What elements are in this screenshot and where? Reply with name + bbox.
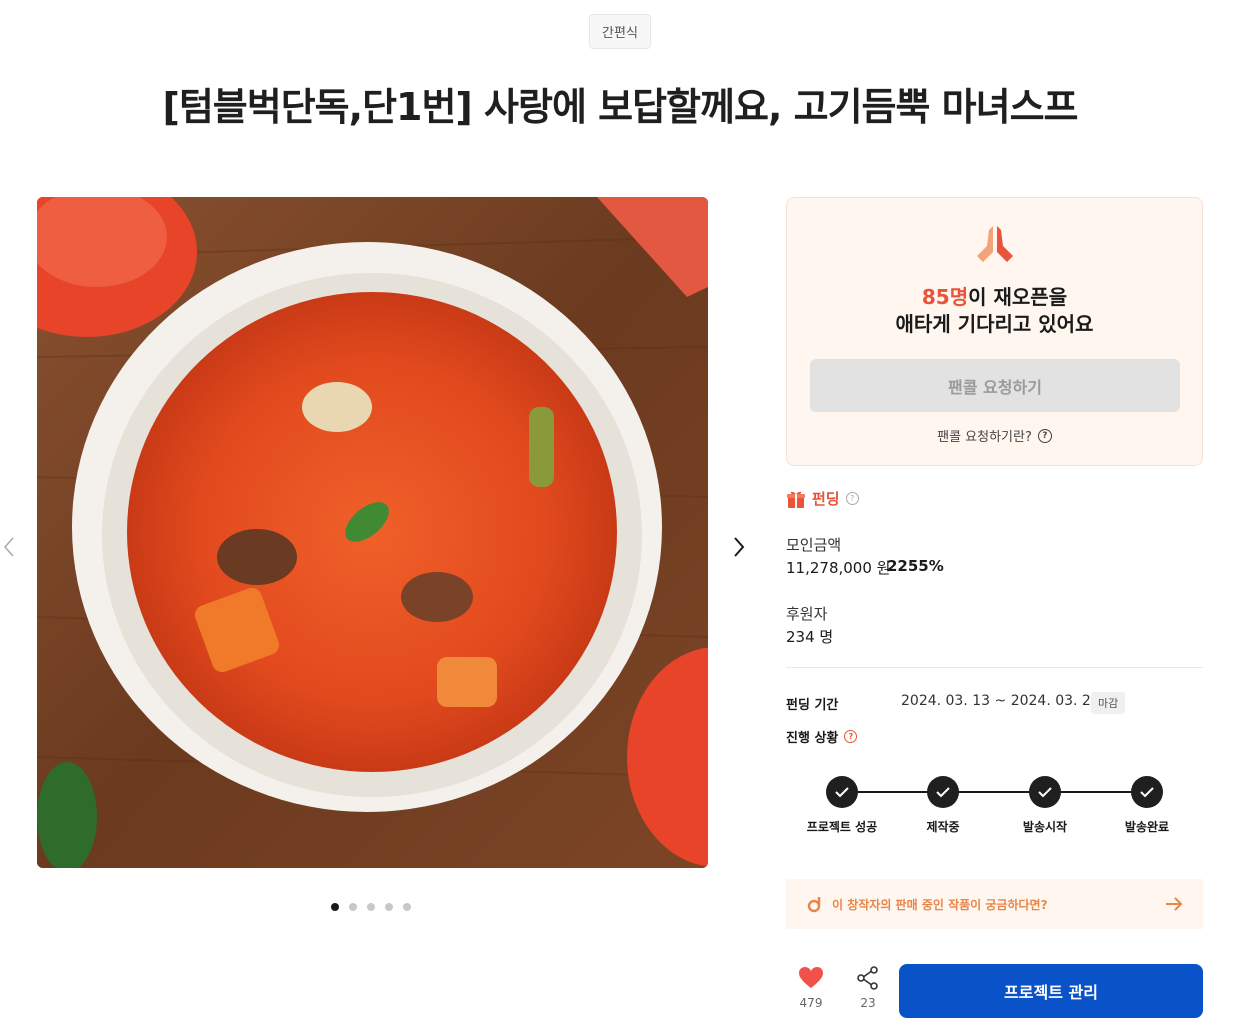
project-manage-button[interactable]: 프로젝트 관리 (899, 964, 1203, 1018)
step-shipping-started: 발송시작 (995, 776, 1095, 835)
heart-icon (799, 967, 823, 988)
gallery-dot[interactable] (403, 903, 411, 911)
step-in-production: 제작중 (893, 776, 993, 835)
progress-label-text: 진행 상황 (786, 731, 839, 746)
fancall-request-button[interactable]: 팬콜 요청하기 (810, 359, 1180, 412)
gallery-next-button[interactable] (728, 532, 750, 562)
gift-icon (787, 491, 805, 508)
encore-card: 85명이 재오픈을 애타게 기다리고 있어요 팬콜 요청하기 팬콜 요청하기란?… (786, 197, 1203, 466)
share-count: 23 (860, 996, 876, 1010)
check-icon (826, 776, 858, 808)
step-label: 발송시작 (1022, 820, 1068, 834)
creator-store-banner[interactable]: 이 창작자의 판매 중인 작품이 궁금하다면? (786, 879, 1203, 929)
check-icon (927, 776, 959, 808)
divider (786, 667, 1203, 668)
status-badge: 마감 (1091, 692, 1126, 714)
gallery-dot[interactable] (367, 903, 375, 911)
funding-help-icon[interactable]: ? (845, 492, 859, 505)
step-project-success: 프로젝트 성공 (792, 776, 892, 835)
creator-banner-text: 이 창작자의 판매 중인 작품이 궁금하다면? (832, 897, 1048, 912)
like-button[interactable]: 479 (796, 966, 826, 1010)
share-button[interactable]: 23 (853, 966, 883, 1010)
backers-label: 후원자 (786, 605, 828, 623)
raised-amount-value: 11,278,000 원 (786, 559, 891, 577)
share-icon (857, 966, 878, 990)
step-label: 프로젝트 성공 (806, 820, 878, 834)
progress-help-icon[interactable]: ? (844, 730, 858, 743)
step-label: 제작중 (926, 820, 960, 834)
like-count: 479 (799, 996, 823, 1010)
encore-line1: 이 재오픈을 (968, 285, 1068, 309)
fancall-help-text: 팬콜 요청하기란? (937, 430, 1032, 445)
check-icon (1131, 776, 1163, 808)
funding-period-label: 펀딩 기간 (786, 698, 839, 713)
encore-message: 85명이 재오픈을 애타게 기다리고 있어요 (787, 284, 1202, 338)
gallery-dot[interactable] (331, 903, 339, 911)
store-logo-icon (807, 897, 821, 913)
chevron-left-icon (3, 537, 14, 557)
chevron-right-icon (734, 537, 745, 557)
funding-label: 펀딩 (812, 490, 840, 508)
arrow-right-icon (1166, 897, 1183, 911)
encore-line2: 애타게 기다리고 있어요 (895, 312, 1094, 336)
step-label: 발송완료 (1124, 820, 1170, 834)
gallery-prev-button[interactable] (0, 532, 18, 562)
fancall-help-link[interactable]: 팬콜 요청하기란? ? (787, 426, 1202, 445)
category-chip[interactable]: 간편식 (589, 14, 651, 49)
backers-value: 234 명 (786, 628, 834, 646)
encore-count: 85명 (921, 285, 969, 309)
product-image[interactable] (37, 197, 708, 868)
step-shipping-complete: 발송완료 (1097, 776, 1197, 835)
praying-hands-icon (973, 222, 1017, 268)
raised-amount-label: 모인금액 (786, 536, 842, 554)
question-icon: ? (1037, 428, 1052, 443)
gallery-dot[interactable] (385, 903, 393, 911)
page-title: [텀블벅단독,단1번] 사랑에 보답할께요, 고기듬뿍 마녀스프 (162, 85, 1078, 129)
funding-period-value: 2024. 03. 13 ~ 2024. 03. 25 (901, 693, 1100, 709)
gallery-pagination (331, 903, 411, 911)
progress-label: 진행 상황 ? (786, 727, 858, 746)
raised-percent: 2255% (887, 557, 944, 575)
funding-tag: 펀딩 ? (786, 488, 859, 509)
gallery-dot[interactable] (349, 903, 357, 911)
check-icon (1029, 776, 1061, 808)
